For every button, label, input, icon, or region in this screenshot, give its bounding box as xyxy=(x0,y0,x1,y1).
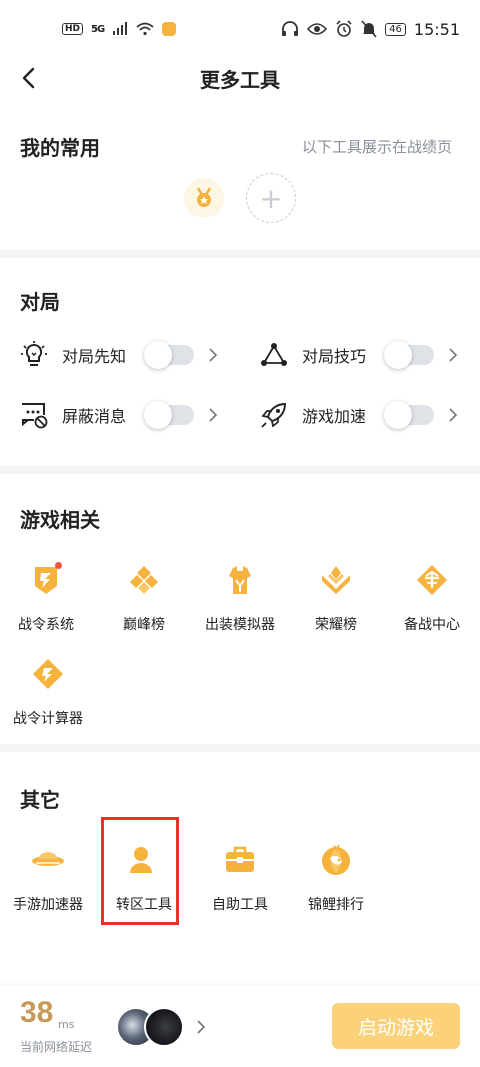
favorite-medal-tool[interactable] xyxy=(184,178,224,218)
back-arrow-icon[interactable] xyxy=(18,66,42,90)
peak-rank-icon xyxy=(124,560,164,600)
toggle-row-game-boost: 游戏加速 xyxy=(260,401,458,429)
switch-knob xyxy=(144,341,172,369)
toolbox-icon xyxy=(220,840,260,880)
others-section: 其它 手游加速器 转区工具 自助工具 锦鲤排行 xyxy=(0,752,480,992)
match-insight-switch[interactable] xyxy=(144,341,194,369)
game-boost-switch[interactable] xyxy=(384,401,434,429)
add-symbol: + xyxy=(259,181,283,215)
block-messages-switch[interactable] xyxy=(144,401,194,429)
section-divider xyxy=(0,466,480,474)
chevron-right-icon[interactable] xyxy=(196,1020,206,1034)
grid-label: 备战中心 xyxy=(404,617,460,633)
favorites-note: 以下工具展示在战绩页 xyxy=(301,138,452,156)
clock: 15:51 xyxy=(413,19,460,39)
koi-rank-icon xyxy=(316,840,356,880)
hd-indicator: HD xyxy=(62,23,84,35)
section-divider xyxy=(0,250,480,258)
switch-knob xyxy=(384,401,412,429)
toggle-label: 屏蔽消息 xyxy=(62,407,127,426)
headphones-icon xyxy=(282,21,299,36)
toggle-label: 对局技巧 xyxy=(302,347,367,366)
section-divider xyxy=(0,744,480,752)
pass-calculator-icon xyxy=(28,654,68,694)
friend-avatars[interactable] xyxy=(116,1007,184,1047)
grid-label: 锦鲤排行 xyxy=(308,897,364,913)
game-related-section: 游戏相关 战令系统 巅峰榜 出装模拟器 荣耀榜 备战中心 战令计算器 xyxy=(0,474,480,744)
grid-label: 战令计算器 xyxy=(13,711,83,727)
grid-item-glory-rank[interactable]: 荣耀榜 xyxy=(288,560,384,634)
grid-item-prep-center[interactable]: 备战中心 xyxy=(384,560,480,634)
grid-item-equipment-sim[interactable]: 出装模拟器 xyxy=(192,560,288,634)
wifi-icon xyxy=(136,22,154,36)
toggle-row-match-insight: 对局先知 xyxy=(20,341,218,369)
toggle-row-block-messages: 屏蔽消息 xyxy=(20,401,218,429)
latency-unit: ms xyxy=(58,1018,75,1031)
mute-icon xyxy=(361,20,377,38)
add-favorite-button[interactable]: + xyxy=(246,173,296,223)
chevron-right-icon[interactable] xyxy=(208,408,218,422)
grid-item-peak-rank[interactable]: 巅峰榜 xyxy=(96,560,192,634)
battle-pass-icon xyxy=(26,560,66,600)
latency-label: 当前网络延迟 xyxy=(20,1040,93,1054)
match-tips-switch[interactable] xyxy=(384,341,434,369)
grid-item-mobile-accelerator[interactable]: 手游加速器 xyxy=(0,840,96,914)
page-title: 更多工具 xyxy=(200,67,280,92)
prep-center-icon xyxy=(412,560,452,600)
battery-indicator: 46 xyxy=(385,22,406,36)
latency-value: 38 xyxy=(20,996,54,1029)
alarm-icon xyxy=(336,20,352,37)
favorites-section: 我的常用 以下工具展示在战绩页 + xyxy=(0,116,480,250)
avatar xyxy=(144,1007,184,1047)
toggle-label: 游戏加速 xyxy=(302,407,367,426)
chevron-right-icon[interactable] xyxy=(448,348,458,362)
grid-item-pass-calculator[interactable]: 战令计算器 xyxy=(0,654,96,728)
toggle-row-match-tips: 对局技巧 xyxy=(260,341,458,369)
status-left: HD 5G xyxy=(62,22,177,36)
game-related-title: 游戏相关 xyxy=(20,508,100,532)
app-notification-icon xyxy=(162,22,177,36)
switch-knob xyxy=(384,341,412,369)
triangle-nodes-icon xyxy=(260,341,288,369)
grid-label: 出装模拟器 xyxy=(205,617,275,633)
game-section: 对局 对局先知 对局技巧 屏蔽消息 游戏加速 xyxy=(0,258,480,466)
game-title: 对局 xyxy=(20,290,60,314)
medal-icon xyxy=(196,187,212,207)
notification-dot xyxy=(55,562,62,569)
lightbulb-icon xyxy=(20,341,48,369)
chevron-right-icon[interactable] xyxy=(208,348,218,362)
grid-label: 手游加速器 xyxy=(13,897,83,913)
favorites-title: 我的常用 xyxy=(20,136,100,160)
grid-label: 荣耀榜 xyxy=(315,617,357,633)
accelerator-icon xyxy=(28,840,68,880)
page-header: 更多工具 xyxy=(0,58,480,98)
toggle-label: 对局先知 xyxy=(62,347,127,366)
chevron-right-icon[interactable] xyxy=(448,408,458,422)
grid-label: 自助工具 xyxy=(212,897,268,913)
signal-bars-icon xyxy=(113,22,128,35)
grid-item-koi-rank[interactable]: 锦鲤排行 xyxy=(288,840,384,914)
status-right: 46 15:51 xyxy=(281,20,460,39)
start-game-button[interactable]: 启动游戏 xyxy=(332,1003,460,1049)
signal-indicator: 5G xyxy=(91,23,105,35)
grid-label: 巅峰榜 xyxy=(123,617,165,633)
eye-icon xyxy=(307,23,328,35)
grid-item-battle-pass[interactable]: 战令系统 xyxy=(0,560,94,634)
bottom-bar: 38 ms 当前网络延迟 启动游戏 xyxy=(0,986,480,1067)
glory-rank-icon xyxy=(316,560,356,600)
others-title: 其它 xyxy=(20,788,60,812)
annotation-highlight-box xyxy=(101,817,179,925)
switch-knob xyxy=(144,401,172,429)
grid-label: 战令系统 xyxy=(18,617,74,633)
chat-block-icon xyxy=(20,401,48,429)
equipment-sim-icon xyxy=(220,560,260,600)
rocket-icon xyxy=(260,401,288,429)
grid-item-self-service[interactable]: 自助工具 xyxy=(192,840,288,914)
status-bar: HD 5G 46 15:51 xyxy=(0,0,480,58)
